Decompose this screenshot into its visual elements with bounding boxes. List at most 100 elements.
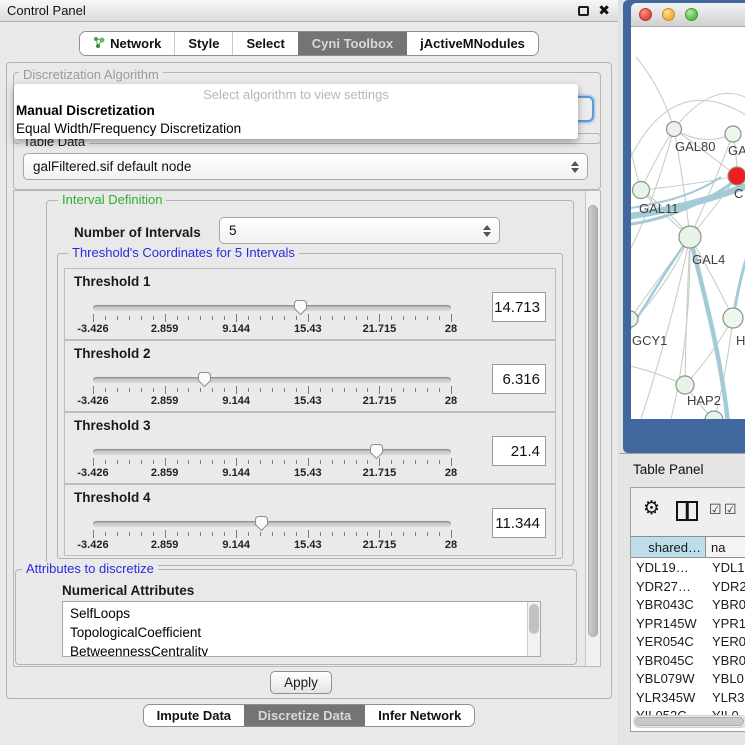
zoom-traffic-light-icon[interactable] [685,8,698,21]
threshold-slider-track[interactable] [93,305,451,311]
network-node[interactable] [676,376,694,394]
attribute-list-item[interactable]: TopologicalCoefficient [63,623,540,642]
attribute-list-item[interactable]: SelfLoops [63,604,540,623]
settings-scroll-pane: Interval Definition Number of Intervals … [13,190,601,667]
table-row[interactable]: YPR145WYPR1 [631,615,745,634]
table-row[interactable]: YER054CYER0 [631,633,745,652]
tab-label: jActiveMNodules [420,36,525,51]
threshold-slider-track[interactable] [93,521,451,527]
network-node-label: GAL11 [639,201,679,216]
table-row[interactable]: YDL19… YDL1 [631,559,745,578]
bottom-tab-row: Impute DataDiscretize DataInfer Network [0,704,618,727]
network-edge-highlighted[interactable] [631,237,690,337]
table-row[interactable]: YBL079WYBL0 [631,670,745,689]
tab-impute-data[interactable]: Impute Data [144,705,244,726]
gear-icon[interactable]: ⚙ [643,497,660,521]
table-row[interactable]: YBR043CYBR0 [631,596,745,615]
control-panel-titlebar: Control Panel ✖ [0,0,618,22]
tab-cyni-toolbox[interactable]: Cyni Toolbox [298,32,406,55]
slider-ticks [93,314,451,323]
float-window-icon[interactable] [578,6,589,16]
network-node[interactable] [667,122,682,137]
network-window-titlebar[interactable] [631,3,745,27]
dropdown-option[interactable]: Manual Discretization [14,102,578,120]
network-node[interactable] [679,226,701,248]
network-node-label: H [736,333,745,348]
threshold-value-field[interactable] [492,436,546,466]
scrollbar-thumb[interactable] [588,205,598,637]
threshold-panel: Threshold 1 -3.4262.8599.14415.4321.7152… [64,268,556,340]
network-edge[interactable] [674,129,733,139]
network-node[interactable] [705,411,723,419]
numerical-attributes-list[interactable]: SelfLoopsTopologicalCoefficientBetweenne… [62,601,541,657]
network-edge[interactable] [631,127,641,190]
tab-network[interactable]: Network [80,32,174,55]
network-node-label: GAL80 [675,139,715,154]
close-icon[interactable]: ✖ [598,2,610,19]
scrollbar-thumb[interactable] [529,604,539,634]
number-of-intervals-value: 5 [229,223,237,238]
network-canvas-svg: GAL80GACGAL11GAL4GCY1HHAP2 [631,27,745,419]
dropdown-option[interactable]: Equal Width/Frequency Discretization [14,120,578,138]
threshold-value-field[interactable] [492,292,546,322]
tab-jactivemnodules[interactable]: jActiveMNodules [406,32,538,55]
cell-name: YDL1 [712,560,745,575]
scrollbar-thumb[interactable] [635,717,744,726]
tab-infer-network[interactable]: Infer Network [364,705,474,726]
cell-name: YBR0 [712,653,745,668]
network-edge[interactable] [674,93,745,129]
threshold-label: Threshold 4 [74,490,151,505]
table-header-row: shared… na [631,536,745,558]
column-header-shared-name[interactable]: shared… [631,537,706,557]
tab-select[interactable]: Select [232,32,297,55]
top-tab-row: Network Style Select Cyni Toolbox jActiveMNo… [0,31,618,56]
network-node[interactable] [633,182,650,199]
node-table: ⚙ ☑ ☑ shared… na YDL19…YDL1YDR27…YDR2YBR… [630,487,745,732]
network-view-window[interactable]: GAL80GACGAL11GAL4GCY1HHAP2 [623,0,745,453]
checkbox-icon[interactable]: ☑ [709,501,722,518]
tab-discretize-data[interactable]: Discretize Data [244,705,364,726]
threshold-label: Threshold 1 [74,274,151,289]
network-node[interactable] [631,311,638,327]
settings-vertical-scrollbar[interactable] [585,191,600,666]
threshold-slider-track[interactable] [93,377,451,383]
algorithm-dropdown-popup: Select algorithm to view settings Manual… [14,84,578,139]
minimize-traffic-light-icon[interactable] [662,8,675,21]
apply-button[interactable]: Apply [270,671,332,694]
attributes-list-scrollbar[interactable] [527,602,540,656]
table-row[interactable]: YBR045CYBR0 [631,652,745,671]
split-pane-icon[interactable] [676,501,698,521]
threshold-value-field[interactable] [492,364,546,394]
network-node-label: GCY1 [632,333,667,348]
number-of-intervals-combobox[interactable]: 5 [219,217,500,244]
tab-label: Network [110,36,161,51]
tab-style[interactable]: Style [174,32,232,55]
checkbox-icon[interactable]: ☑ [724,501,737,518]
attribute-list-item[interactable]: BetweennessCentrality [63,642,540,657]
network-node-label: GAL4 [692,252,725,267]
table-data-selected-value: galFiltered.sif default node [33,159,191,174]
network-edge[interactable] [690,237,733,318]
tab-label: Select [246,36,284,51]
network-node[interactable] [723,308,743,328]
close-traffic-light-icon[interactable] [639,8,652,21]
network-canvas[interactable]: GAL80GACGAL11GAL4GCY1HHAP2 [631,27,745,419]
cell-shared-name: YDL19… [636,560,706,575]
top-tab-bar: Network Style Select Cyni Toolbox jActiveMNo… [79,31,539,56]
table-row[interactable]: YDR27…YDR2 [631,578,745,597]
tab-label: Style [188,36,219,51]
column-header-name[interactable]: na [711,537,725,555]
table-horizontal-scrollbar[interactable] [633,715,745,728]
table-data-combobox[interactable]: galFiltered.sif default node [23,153,588,180]
interval-group-title: Interval Definition [58,193,166,207]
network-edge[interactable] [685,318,733,385]
network-node[interactable] [728,167,745,185]
threshold-slider-track[interactable] [93,449,451,455]
cell-name: YLR3 [712,690,745,705]
threshold-value-field[interactable] [492,508,546,538]
network-edge[interactable] [636,57,674,129]
table-row[interactable]: YLR345WYLR3 [631,689,745,708]
network-node[interactable] [725,126,741,142]
cell-shared-name: YBL079W [636,671,706,686]
cell-name: YPR1 [712,616,745,631]
